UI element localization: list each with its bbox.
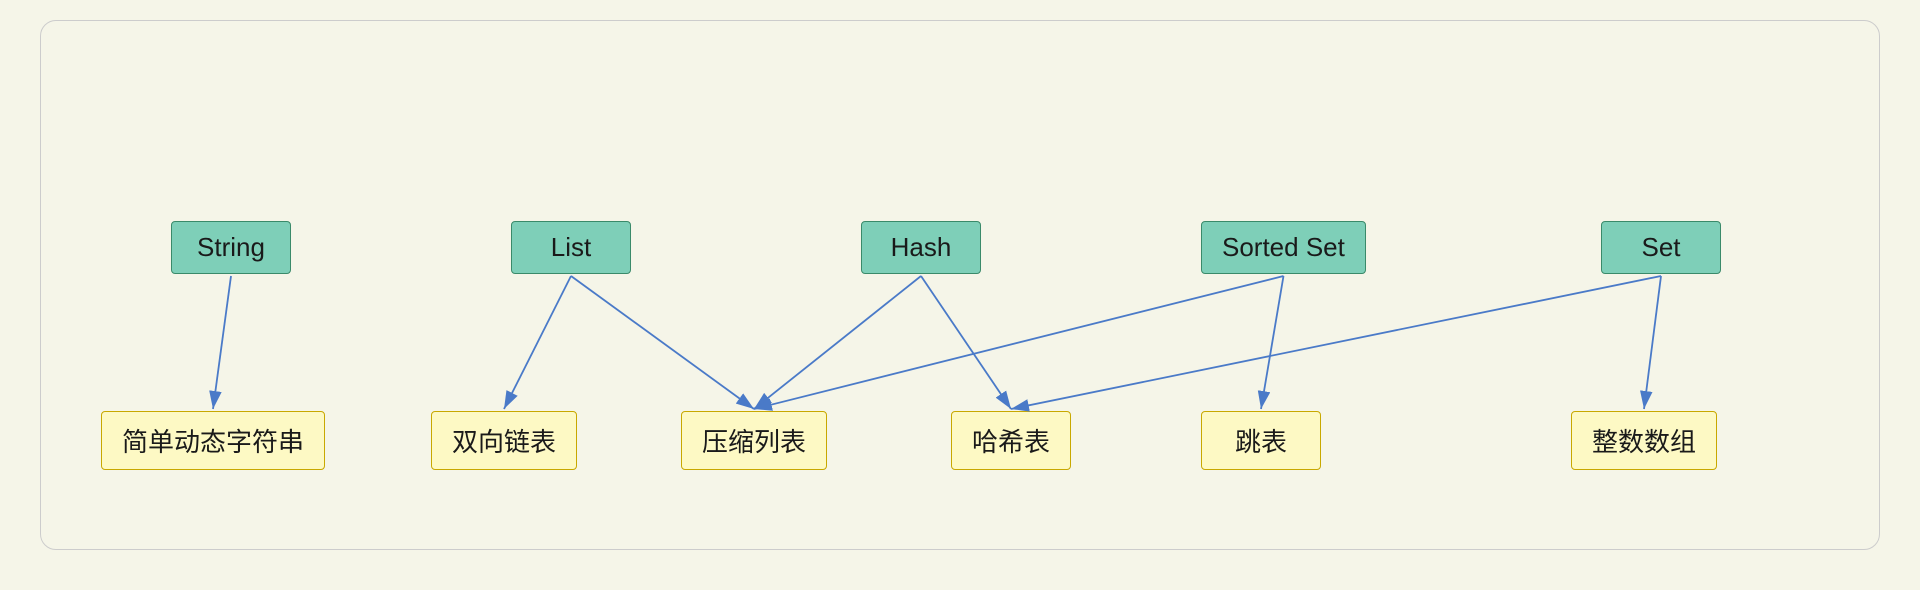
arrow-sorted-set-to-ziplist xyxy=(754,276,1284,409)
arrow-hash-to-ziplist xyxy=(754,276,921,409)
bottom-box-skiplist: 跳表 xyxy=(1201,411,1321,470)
top-box-sorted-set: Sorted Set xyxy=(1201,221,1366,274)
arrow-list-to-linkedlist xyxy=(504,276,571,409)
arrow-set-to-intset xyxy=(1644,276,1661,409)
main-container: String List Hash Sorted Set Set 简单动态字符串 双向链表 压缩… xyxy=(40,20,1880,550)
bottom-box-hashtable: 哈希表 xyxy=(951,411,1071,470)
top-box-hash: Hash xyxy=(861,221,981,274)
top-box-string: String xyxy=(171,221,291,274)
arrow-list-to-ziplist xyxy=(571,276,754,409)
top-box-set: Set xyxy=(1601,221,1721,274)
arrow-hash-to-hashtable xyxy=(921,276,1011,409)
arrow-string-to-sds xyxy=(213,276,231,409)
bottom-box-linkedlist: 双向链表 xyxy=(431,411,577,470)
bottom-box-sds: 简单动态字符串 xyxy=(101,411,325,470)
bottom-box-ziplist: 压缩列表 xyxy=(681,411,827,470)
arrow-sorted-set-to-skiplist xyxy=(1261,276,1284,409)
page-title xyxy=(41,21,1879,51)
top-box-list: List xyxy=(511,221,631,274)
bottom-box-intset: 整数数组 xyxy=(1571,411,1717,470)
arrow-set-to-hashtable xyxy=(1011,276,1661,409)
